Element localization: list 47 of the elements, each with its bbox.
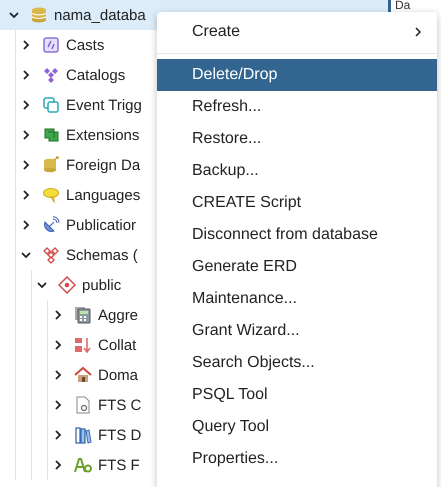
tree-item[interactable]: FTS F: [98, 456, 140, 474]
speech-bubble-icon: [42, 186, 60, 204]
tree-item[interactable]: public: [82, 276, 122, 294]
tree-item[interactable]: FTS C: [98, 396, 142, 414]
menu-item[interactable]: Query Tool: [157, 411, 437, 443]
database-icon: [42, 156, 60, 174]
menu-item[interactable]: Backup...: [157, 155, 437, 187]
house-icon: [74, 366, 92, 384]
database-icon: [30, 6, 48, 24]
menu-item[interactable]: Properties...: [157, 443, 437, 475]
squares-icon: [42, 96, 60, 114]
menu-item[interactable]: Delete/Drop: [157, 59, 437, 91]
tree-item[interactable]: FTS D: [98, 426, 142, 444]
tree-item[interactable]: Catalogs: [66, 66, 126, 84]
tree-item[interactable]: nama_databa: [54, 6, 146, 24]
menu-item[interactable]: Refresh...: [157, 91, 437, 123]
menu-item[interactable]: Generate ERD: [157, 251, 437, 283]
tree-item[interactable]: Languages: [66, 186, 140, 204]
menu-item[interactable]: Search Objects...: [157, 347, 437, 379]
tree-item[interactable]: Casts: [66, 36, 104, 54]
menu-item[interactable]: Create: [157, 16, 437, 48]
tree-item[interactable]: Event Trigg: [66, 96, 142, 114]
diamonds-icon: [42, 66, 60, 84]
tree-item[interactable]: Aggre: [98, 306, 138, 324]
diamonds-icon: [42, 246, 60, 264]
casts-icon: [42, 36, 60, 54]
calculator-icon: [74, 306, 92, 324]
menu-item[interactable]: CREATE Script: [157, 187, 437, 219]
menu-item[interactable]: PSQL Tool: [157, 379, 437, 411]
tree-item[interactable]: Publicatior: [66, 216, 136, 234]
tab[interactable]: Da: [395, 0, 410, 11]
menu-item[interactable]: Restore...: [157, 123, 437, 155]
tree-item[interactable]: Extensions: [66, 126, 140, 144]
font-icon: [74, 456, 92, 474]
puzzle-icon: [42, 126, 60, 144]
tree-item[interactable]: Doma: [98, 366, 138, 384]
diamond-icon: [58, 276, 76, 294]
menu-item[interactable]: Grant Wizard...: [157, 315, 437, 347]
books-icon: [74, 426, 92, 444]
sort-icon: [74, 336, 92, 354]
document-gear-icon: [74, 396, 92, 414]
menu-item[interactable]: Maintenance...: [157, 283, 437, 315]
menu-item[interactable]: Disconnect from database: [157, 219, 437, 251]
satellite-dish-icon: [42, 216, 60, 234]
tree-item[interactable]: Schemas (: [66, 246, 138, 264]
tree-item[interactable]: Collat: [98, 336, 136, 354]
tree-item[interactable]: Foreign Da: [66, 156, 140, 174]
